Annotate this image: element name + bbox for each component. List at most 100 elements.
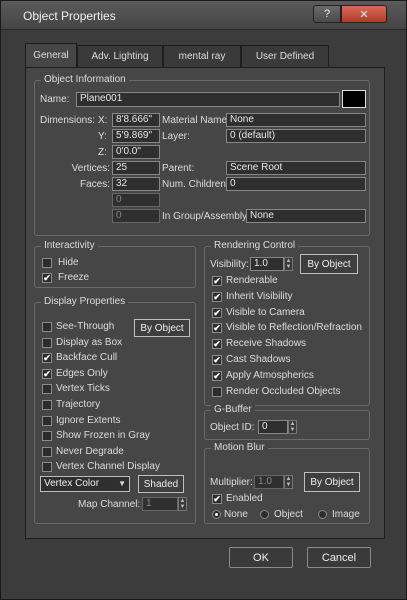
name-label: Name: — [40, 94, 70, 105]
check-icon: ✔ — [43, 353, 51, 364]
dimension-x-field: 8'8.666" — [112, 113, 160, 127]
shaded-button[interactable]: Shaded — [138, 475, 184, 493]
check-icon: ✔ — [213, 339, 221, 350]
faces-label: Faces: — [79, 179, 110, 190]
hide-checkbox[interactable] — [42, 258, 52, 268]
option-checkbox[interactable]: ✔ — [42, 353, 52, 364]
object-id-spinner[interactable]: ▲ ▼ — [288, 420, 297, 434]
check-icon: ✔ — [213, 323, 221, 334]
dimension-z-field: 0'0.0" — [112, 145, 160, 159]
title-bar[interactable]: Object Properties ? ✕ — [1, 1, 406, 30]
object-id-field[interactable]: 0 — [258, 420, 288, 434]
close-button[interactable]: ✕ — [341, 5, 387, 23]
chevron-down-icon: ▼ — [118, 479, 126, 488]
group-title: Rendering Control — [211, 240, 299, 252]
freeze-checkbox[interactable]: ✔ — [42, 273, 52, 283]
check-icon: ✔ — [43, 368, 51, 379]
option-checkbox[interactable]: ✔ — [212, 307, 222, 318]
check-icon: ✔ — [213, 370, 221, 381]
cancel-button[interactable]: Cancel — [307, 547, 371, 568]
option-label: Ignore Extents — [56, 414, 121, 426]
option-checkbox[interactable] — [42, 462, 52, 473]
help-icon: ? — [323, 8, 331, 20]
dimension-y-label: Y: — [98, 131, 107, 142]
vertex-color-dropdown[interactable]: Vertex Color ▼ — [40, 476, 130, 492]
in-group-assembly-label: In Group/Assembly: — [162, 211, 250, 222]
multiplier-field[interactable]: 1.0 — [254, 475, 284, 489]
rendering-by-object-button[interactable]: By Object — [300, 254, 358, 274]
extra-count-field: 0 — [112, 209, 160, 223]
display-by-object-button[interactable]: By Object — [134, 319, 190, 337]
visibility-spinner[interactable]: ▲ ▼ — [284, 257, 293, 271]
blur-object-radio[interactable] — [260, 510, 269, 519]
object-id-label: Object ID: — [210, 422, 255, 433]
window-title: Object Properties — [23, 9, 116, 23]
group-title: Display Properties — [41, 296, 129, 308]
check-icon: ✔ — [213, 276, 221, 286]
motion-blur-enabled-checkbox[interactable]: ✔ — [212, 494, 222, 504]
option-checkbox[interactable] — [42, 322, 52, 332]
layer-field: 0 (default) — [226, 129, 366, 143]
spinner-down-icon: ▼ — [289, 427, 296, 433]
button-label: By Object — [310, 476, 354, 488]
option-checkbox[interactable] — [212, 386, 222, 397]
option-label: Vertex Channel Display — [56, 461, 160, 473]
option-checkbox[interactable] — [42, 415, 52, 426]
option-label: Display as Box — [56, 336, 123, 348]
option-label: Show Frozen in Gray — [56, 430, 150, 442]
num-children-field: 0 — [226, 177, 366, 191]
object-properties-dialog: Object Properties ? ✕ General Adv. Light… — [0, 0, 407, 600]
check-icon: ✔ — [213, 291, 221, 302]
map-channel-label: Map Channel: — [78, 499, 141, 510]
option-checkbox[interactable]: ✔ — [212, 370, 222, 381]
multiplier-spinner[interactable]: ▲ ▼ — [284, 475, 293, 489]
option-checkbox[interactable] — [42, 431, 52, 442]
ok-button[interactable]: OK — [229, 547, 293, 568]
option-label: Trajectory — [56, 399, 101, 410]
map-channel-spinner[interactable]: ▲ ▼ — [178, 497, 187, 511]
option-checkbox[interactable] — [42, 337, 52, 348]
close-icon: ✕ — [359, 8, 369, 21]
tab-label: General — [33, 50, 69, 61]
spinner-down-icon: ▼ — [179, 504, 186, 510]
name-field[interactable]: Plane001 — [76, 92, 340, 107]
option-checkbox[interactable] — [42, 384, 52, 395]
option-checkbox[interactable]: ✔ — [212, 323, 222, 334]
parent-label: Parent: — [162, 163, 195, 174]
option-label: Never Degrade — [56, 445, 124, 457]
group-title: Motion Blur — [211, 442, 268, 454]
visibility-field[interactable]: 1.0 — [250, 257, 284, 271]
tab-adv-lighting[interactable]: Adv. Lighting — [77, 45, 163, 67]
tab-general[interactable]: General — [25, 43, 77, 67]
parent-field: Scene Root — [226, 161, 366, 175]
option-checkbox[interactable]: ✔ — [212, 339, 222, 350]
tab-user-defined[interactable]: User Defined — [241, 45, 329, 67]
enabled-label: Enabled — [226, 493, 263, 504]
option-label: Backface Cull — [56, 352, 118, 364]
map-channel-field[interactable]: 1 — [142, 497, 178, 511]
tab-label: Adv. Lighting — [91, 51, 149, 62]
object-color-swatch[interactable] — [342, 90, 366, 108]
blur-image-radio[interactable] — [318, 510, 327, 519]
dimension-y-field: 5'9.869" — [112, 129, 160, 143]
check-icon: ✔ — [213, 355, 221, 365]
option-checkbox[interactable]: ✔ — [42, 368, 52, 379]
option-label: See-Through — [56, 321, 115, 332]
option-checkbox[interactable]: ✔ — [212, 355, 222, 365]
motion-blur-by-object-button[interactable]: By Object — [304, 472, 360, 492]
help-button[interactable]: ? — [313, 5, 341, 23]
option-checkbox[interactable] — [42, 446, 52, 457]
option-checkbox[interactable]: ✔ — [212, 291, 222, 302]
blur-none-label: None — [224, 509, 248, 520]
spinner-down-icon: ▼ — [285, 482, 292, 488]
option-checkbox[interactable]: ✔ — [212, 276, 222, 286]
general-tab-panel: Object Information Name: Plane001 Dimens… — [25, 67, 385, 539]
option-label: Apply Atmospherics — [226, 369, 314, 381]
dropdown-value: Vertex Color — [44, 478, 100, 489]
blur-image-label: Image — [332, 509, 360, 520]
option-checkbox[interactable] — [42, 400, 52, 410]
blur-none-radio[interactable] — [212, 510, 221, 519]
button-label: Cancel — [321, 551, 357, 564]
button-label: Shaded — [143, 478, 179, 490]
tab-mental-ray[interactable]: mental ray — [163, 45, 241, 67]
